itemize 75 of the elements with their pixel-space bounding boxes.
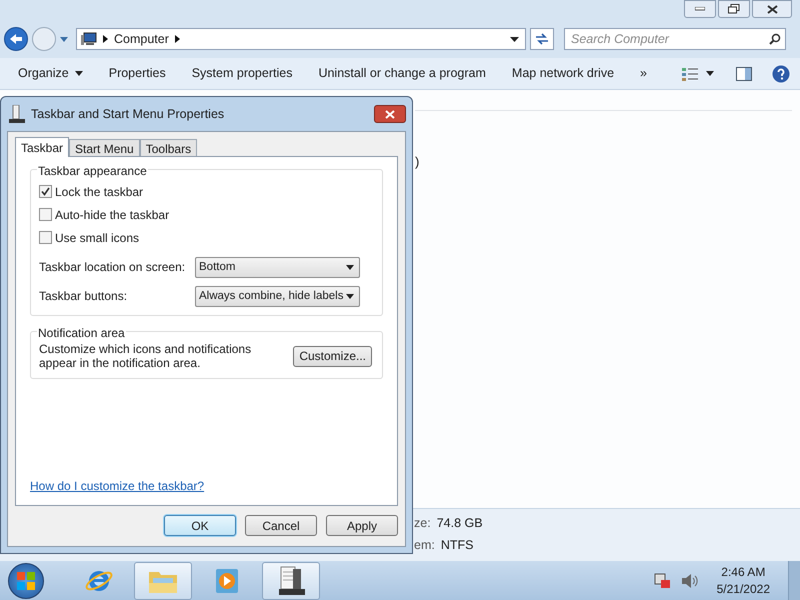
chevron-right-icon — [103, 35, 108, 43]
taskbar-properties-icon — [9, 105, 25, 123]
toolbar-button[interactable]: System properties — [192, 64, 292, 83]
field-label: Taskbar buttons: — [39, 288, 128, 305]
caret-icon — [346, 264, 354, 270]
toolbar-button[interactable]: Organize — [18, 64, 83, 83]
search-field[interactable]: Search Computer — [564, 28, 786, 50]
dropdown-caret-icon — [60, 36, 68, 42]
checkbox-row[interactable]: Auto-hide the taskbar — [39, 203, 374, 226]
chevron-right-icon — [174, 35, 180, 43]
dialog-title: Taskbar and Start Menu Properties — [31, 106, 226, 123]
clock-time: 2:46 AM — [721, 564, 766, 580]
help-icon — [772, 64, 790, 82]
caret-icon — [74, 71, 83, 76]
checkbox-label: Auto-hide the taskbar — [55, 206, 170, 224]
view-options-button[interactable] — [682, 66, 714, 80]
minimize-button[interactable] — [684, 0, 716, 18]
checkbox-row[interactable]: Use small icons — [39, 226, 374, 249]
dropdown-field[interactable]: Bottom — [195, 256, 360, 278]
toolbar-button[interactable]: Uninstall or change a program — [318, 64, 486, 83]
dialog-button[interactable]: OK — [164, 515, 236, 536]
left-arrow-icon — [9, 33, 23, 45]
caret-icon — [346, 294, 354, 298]
checkbox[interactable] — [39, 231, 52, 244]
toolbar-button[interactable]: Map network drive — [512, 64, 614, 83]
close-button[interactable] — [752, 0, 792, 18]
list-view-icon — [682, 66, 698, 80]
close-button[interactable] — [374, 105, 406, 123]
help-link[interactable]: How do I customize the taskbar? — [30, 479, 204, 493]
restore-button[interactable] — [718, 0, 750, 18]
toolbar-button[interactable]: » — [640, 64, 647, 83]
breadcrumb[interactable]: Computer — [114, 30, 169, 48]
field-label: Taskbar location on screen: — [39, 259, 186, 276]
network-icon — [652, 572, 671, 588]
start-button[interactable] — [8, 562, 44, 598]
pane-icon — [736, 66, 752, 80]
tab[interactable]: Taskbar — [15, 137, 70, 157]
customize-button[interactable]: Customize... — [293, 346, 372, 366]
back-button[interactable] — [4, 27, 28, 51]
caret-icon — [706, 71, 714, 76]
dialog-button[interactable]: Apply — [326, 515, 398, 536]
notification-description: Customize which icons and notifications appear in the notification area. — [39, 342, 252, 370]
restore-icon — [728, 4, 740, 14]
computer-icon — [81, 32, 97, 46]
text-fragment: ) — [415, 152, 420, 171]
tab[interactable]: Start Menu — [69, 139, 140, 156]
checkbox-label: Use small icons — [55, 230, 140, 246]
detail-value: 74.8 GB — [436, 515, 483, 532]
close-icon — [766, 4, 778, 14]
speaker-icon — [680, 572, 699, 588]
checkbox[interactable] — [39, 185, 52, 198]
taskbar-button[interactable] — [262, 562, 320, 600]
dropdown-field[interactable]: Always combine, hide labels — [195, 286, 360, 306]
check-icon — [41, 187, 50, 196]
dialog-button[interactable]: Cancel — [245, 515, 317, 536]
tab[interactable]: Toolbars — [140, 139, 198, 156]
play-icon — [214, 566, 240, 594]
help-button[interactable] — [772, 64, 790, 82]
detail-label: em: — [414, 537, 435, 554]
address-bar[interactable]: Computer — [76, 28, 526, 50]
dropdown-caret-icon — [510, 36, 519, 42]
preview-pane-button[interactable] — [736, 66, 752, 80]
windows-logo-icon — [17, 572, 35, 590]
refresh-button[interactable] — [530, 28, 554, 50]
checkbox-row[interactable]: Lock the taskbar — [39, 180, 374, 203]
search-icon — [769, 33, 781, 45]
checkbox[interactable] — [39, 208, 52, 221]
close-icon — [385, 110, 395, 118]
checkbox-label: Lock the taskbar — [55, 184, 144, 200]
toolbar-button[interactable]: Properties — [108, 64, 166, 83]
minimize-icon — [695, 7, 705, 11]
refresh-arrows-icon — [535, 33, 549, 45]
clock-date: 5/21/2022 — [716, 580, 770, 598]
detail-value: NTFS — [440, 537, 474, 554]
detail-label: ze: — [414, 515, 431, 532]
